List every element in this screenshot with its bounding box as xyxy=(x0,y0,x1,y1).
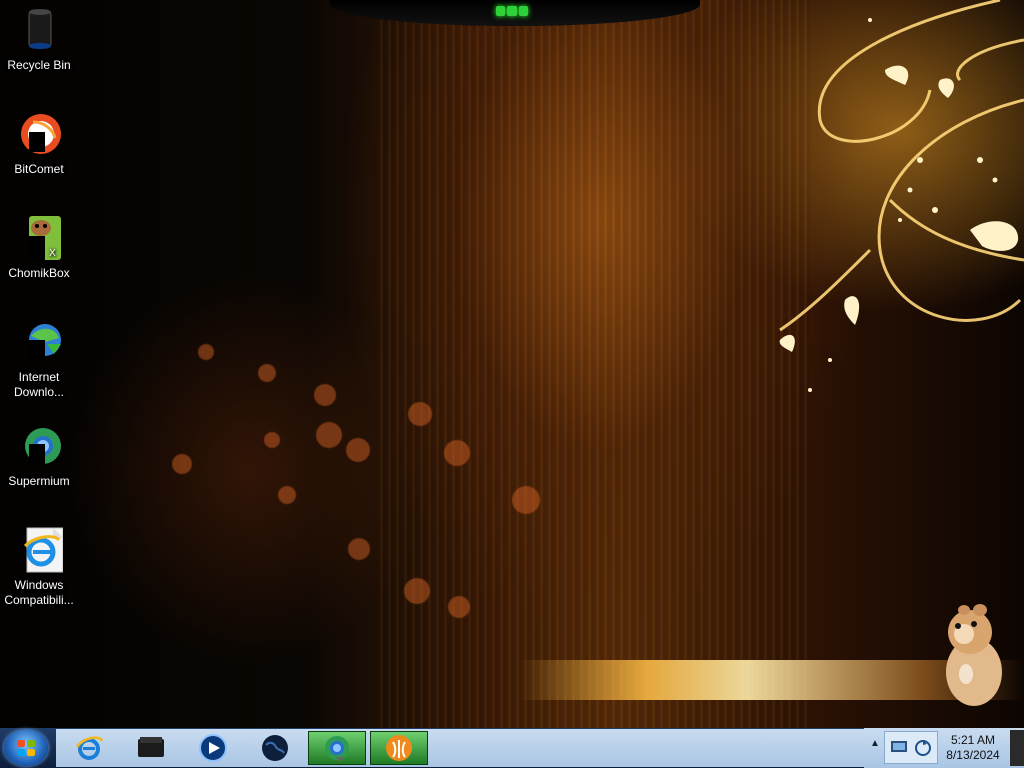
wallpaper-green-lights xyxy=(496,6,528,16)
network-icon[interactable] xyxy=(890,739,908,755)
wallpaper-golden-swirl xyxy=(779,0,1024,392)
bokeh-dot xyxy=(408,402,432,426)
internet-download-manager-label: Internet Downlo... xyxy=(13,370,65,399)
taskbar-supermium-button[interactable] xyxy=(308,731,366,765)
bitcomet-icon xyxy=(386,735,412,761)
supermium-label: Supermium xyxy=(8,474,70,488)
desktop-icon-bitcomet[interactable]: BitComet xyxy=(0,110,78,177)
desktop-icon-supermium[interactable]: Supermium xyxy=(0,422,78,489)
taskbar-globe-button[interactable] xyxy=(246,731,304,765)
windows-compatibility-label: Windows Compatibili... xyxy=(4,578,74,607)
start-button[interactable] xyxy=(4,730,48,766)
bokeh-dot xyxy=(278,486,296,504)
black-folder-icon xyxy=(138,737,164,757)
taskbar-media-player-button[interactable] xyxy=(184,731,242,765)
globe-icon xyxy=(262,735,288,761)
windows-compatibility-icon xyxy=(15,526,64,574)
bokeh-dot xyxy=(316,422,342,448)
bokeh-dot xyxy=(448,596,470,618)
taskbar: ▲ 5:21 AM 8/13/2024 xyxy=(0,728,1024,768)
recycle-bin-icon xyxy=(15,6,63,54)
bokeh-dot xyxy=(198,344,214,360)
supermium-icon xyxy=(15,422,63,470)
system-tray: ▲ 5:21 AM 8/13/2024 xyxy=(864,728,1024,768)
hamster-icon xyxy=(946,604,1002,706)
sync-icon[interactable] xyxy=(914,739,932,757)
bokeh-dot xyxy=(444,440,470,466)
internet-explorer-icon xyxy=(75,736,104,760)
bokeh-dot xyxy=(264,432,280,448)
bitcomet-label: BitComet xyxy=(14,162,64,176)
recycle-bin-label: Recycle Bin xyxy=(7,58,71,72)
bokeh-dot xyxy=(404,578,430,604)
bokeh-dot xyxy=(346,438,370,462)
taskbar-clock[interactable]: 5:21 AM 8/13/2024 xyxy=(944,733,1002,763)
taskbar-internet-explorer-button[interactable] xyxy=(60,731,118,765)
svg-text:X: X xyxy=(49,248,56,259)
tray-icon-group xyxy=(884,731,938,764)
taskbar-bitcomet-button[interactable] xyxy=(370,731,428,765)
media-player-icon xyxy=(199,734,227,762)
clock-date: 8/13/2024 xyxy=(946,748,1000,762)
desktop-icon-recycle-bin[interactable]: Recycle Bin xyxy=(0,6,78,73)
windows-start-icon xyxy=(17,740,35,756)
taskbar-pinned-area xyxy=(56,729,864,767)
show-hidden-icons-arrow[interactable]: ▲ xyxy=(870,738,880,749)
bitcomet-icon xyxy=(15,110,63,158)
bokeh-dot xyxy=(258,364,276,382)
clock-time: 5:21 AM xyxy=(950,733,996,747)
desktop-wallpaper xyxy=(0,0,1024,728)
internet-download-manager-icon xyxy=(15,318,63,366)
show-desktop-button[interactable] xyxy=(1010,730,1024,766)
supermium-icon xyxy=(325,736,349,762)
bokeh-dot xyxy=(512,486,540,514)
chomikbox-label: ChomikBox xyxy=(8,266,70,280)
chomikbox-icon: X xyxy=(15,214,63,262)
bokeh-dot xyxy=(172,454,192,474)
desktop-icon-internet-download-manager[interactable]: Internet Downlo... xyxy=(0,318,78,400)
bokeh-dot xyxy=(348,538,370,560)
taskbar-folder-button[interactable] xyxy=(122,731,180,765)
desktop-icon-chomikbox[interactable]: X ChomikBox xyxy=(0,214,78,281)
desktop-icon-windows-compatibility[interactable]: Windows Compatibili... xyxy=(0,526,78,608)
bokeh-dot xyxy=(314,384,336,406)
